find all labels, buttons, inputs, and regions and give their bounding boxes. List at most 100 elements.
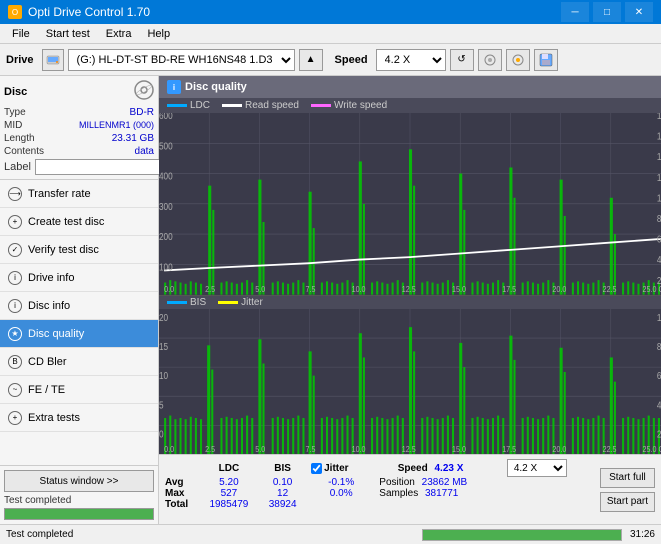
jitter-checkbox-header: Jitter: [307, 459, 375, 477]
avg-ldc: 5.20: [200, 477, 258, 488]
svg-text:7.5: 7.5: [306, 285, 317, 295]
legend-write-color: [311, 104, 331, 107]
nav-icon-cd-bler: B: [8, 355, 22, 369]
jitter-checkbox[interactable]: [311, 463, 322, 474]
mid-label: MID: [4, 120, 22, 131]
drive-label: Drive: [6, 54, 34, 66]
legend-ldc-label: LDC: [190, 100, 210, 111]
svg-text:2.5: 2.5: [205, 444, 216, 454]
app-icon: O: [8, 5, 22, 19]
svg-text:300: 300: [159, 201, 173, 212]
speed-label: Speed: [335, 54, 368, 66]
menu-help[interactable]: Help: [139, 26, 178, 42]
eject-btn[interactable]: ▲: [299, 49, 323, 71]
sidebar-progress-bar: [4, 508, 154, 520]
stats-avg-row: Avg 5.20 0.10 -0.1% Position 23862 MB: [165, 477, 588, 488]
svg-text:0.0: 0.0: [164, 285, 175, 295]
nav-items: ⟶ Transfer rate + Create test disc ✓ Ver…: [0, 180, 158, 465]
bottom-chart-svg: 20 15 10 5 0 10% 8% 6% 4% 2% 0.0 2.5 5.0…: [159, 309, 661, 454]
svg-text:15: 15: [159, 341, 168, 352]
main-layout: Disc Type BD-R MID MILLENMR1 (000) Lengt…: [0, 76, 661, 524]
svg-text:2.5: 2.5: [205, 285, 216, 295]
svg-text:5: 5: [159, 399, 164, 410]
nav-icon-verify: ✓: [8, 243, 22, 257]
svg-text:17.5: 17.5: [502, 285, 517, 295]
legend-jitter-label: Jitter: [241, 297, 263, 308]
status-window-button[interactable]: Status window >>: [4, 470, 154, 492]
nav-fe-te[interactable]: ~ FE / TE: [0, 376, 158, 404]
stats-ldc-header: LDC: [200, 459, 258, 477]
save-btn[interactable]: [534, 49, 558, 71]
svg-text:12.5: 12.5: [402, 444, 417, 454]
title-bar: O Opti Drive Control 1.70 ─ □ ✕: [0, 0, 661, 24]
svg-text:17.5: 17.5: [502, 444, 517, 454]
position-value: 23862 MB: [422, 477, 468, 488]
svg-text:500: 500: [159, 141, 173, 152]
nav-icon-disc-quality: ★: [8, 327, 22, 341]
nav-icon-drive: i: [8, 271, 22, 285]
nav-disc-info[interactable]: i Disc info: [0, 292, 158, 320]
legend-jitter-color: [218, 301, 238, 304]
speed-select[interactable]: 4.2 X: [376, 49, 446, 71]
start-full-button[interactable]: Start full: [600, 468, 655, 488]
bottom-progress-fill: [423, 530, 621, 540]
nav-extra-tests[interactable]: + Extra tests: [0, 404, 158, 432]
nav-icon-transfer: ⟶: [8, 187, 22, 201]
menu-file[interactable]: File: [4, 26, 38, 42]
minimize-button[interactable]: ─: [561, 2, 589, 22]
max-bis: 12: [258, 488, 307, 499]
svg-text:5.0: 5.0: [255, 285, 266, 295]
nav-icon-fe-te: ~: [8, 383, 22, 397]
svg-text:7.5: 7.5: [306, 444, 317, 454]
maximize-button[interactable]: □: [593, 2, 621, 22]
content-area: i Disc quality LDC Read speed Write spee…: [159, 76, 661, 524]
bottom-chart: 20 15 10 5 0 10% 8% 6% 4% 2% 0.0 2.5 5.0…: [159, 309, 661, 454]
label-label: Label: [4, 161, 31, 173]
nav-drive-info[interactable]: i Drive info: [0, 264, 158, 292]
svg-text:4X: 4X: [657, 255, 661, 266]
status-area: Status window >> Test completed: [0, 465, 158, 524]
close-button[interactable]: ✕: [625, 2, 653, 22]
svg-text:5.0: 5.0: [255, 444, 266, 454]
svg-text:20: 20: [159, 312, 168, 323]
nav-verify-test-disc[interactable]: ✓ Verify test disc: [0, 236, 158, 264]
length-value: 23.31 GB: [112, 133, 154, 144]
chart-legend-top: LDC Read speed Write speed: [159, 98, 661, 113]
drive-select[interactable]: (G:) HL-DT-ST BD-RE WH16NS48 1.D3: [68, 49, 295, 71]
stats-speed-dropdown[interactable]: 4.2 X: [507, 459, 567, 477]
stats-bis-header: BIS: [258, 459, 307, 477]
tools-btn[interactable]: [506, 49, 530, 71]
menu-extra[interactable]: Extra: [98, 26, 140, 42]
svg-text:12X: 12X: [657, 172, 661, 183]
avg-jitter: -0.1%: [307, 477, 375, 488]
nav-icon-disc-info: i: [8, 299, 22, 313]
start-part-button[interactable]: Start part: [600, 492, 655, 512]
total-ldc: 1985479: [200, 499, 258, 510]
top-chart: 600 500 400 300 200 100 18X 16X 14X 12X …: [159, 113, 661, 296]
legend-write-label: Write speed: [334, 100, 387, 111]
nav-disc-quality[interactable]: ★ Disc quality: [0, 320, 158, 348]
burn-btn[interactable]: [478, 49, 502, 71]
svg-text:10%: 10%: [657, 312, 661, 323]
svg-text:8%: 8%: [657, 341, 661, 352]
drive-icon-btn[interactable]: [42, 49, 64, 71]
nav-cd-bler[interactable]: B CD Bler: [0, 348, 158, 376]
svg-text:15.0: 15.0: [452, 444, 467, 454]
disc-panel-icon: [134, 80, 154, 103]
refresh-btn[interactable]: ↺: [450, 49, 474, 71]
samples-label: Samples: [379, 488, 418, 499]
stats-max-row: Max 527 12 0.0% Samples 381771: [165, 488, 588, 499]
nav-transfer-rate[interactable]: ⟶ Transfer rate: [0, 180, 158, 208]
svg-text:10.0: 10.0: [352, 444, 367, 454]
chart-legend-bottom: BIS Jitter: [159, 296, 661, 309]
nav-create-test-disc[interactable]: + Create test disc: [0, 208, 158, 236]
contents-label: Contents: [4, 146, 44, 157]
label-input[interactable]: [35, 159, 173, 175]
svg-text:0: 0: [159, 428, 164, 439]
svg-text:6X: 6X: [657, 234, 661, 245]
speed-stat-value: 4.23 X: [435, 463, 464, 474]
menu-start-test[interactable]: Start test: [38, 26, 98, 42]
stats-bar: LDC BIS Jitter Speed 4.23 X: [159, 454, 661, 524]
legend-bis-label: BIS: [190, 297, 206, 308]
disc-panel: Disc Type BD-R MID MILLENMR1 (000) Lengt…: [0, 76, 158, 180]
